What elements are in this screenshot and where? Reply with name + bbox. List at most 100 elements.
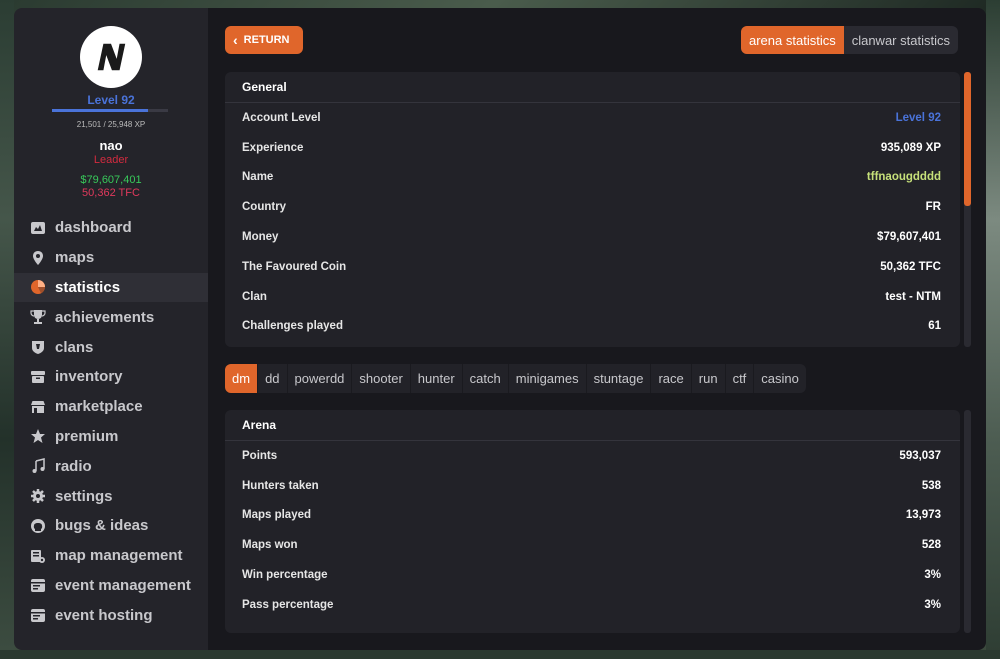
avatar[interactable] xyxy=(80,26,142,88)
row-label: Name xyxy=(242,171,274,184)
row-label: Pass percentage xyxy=(242,598,334,611)
row-value: 50,362 TFC xyxy=(880,260,941,273)
row-value: 3% xyxy=(924,598,941,611)
background-bottom xyxy=(0,650,1000,659)
xp-progress-fill xyxy=(52,109,149,112)
row-label: The Favoured Coin xyxy=(242,260,347,273)
general-scrollbar[interactable] xyxy=(964,72,971,347)
calendar-icon xyxy=(30,607,46,623)
sidebar-item-event-hosting[interactable]: event hosting xyxy=(14,600,208,630)
github-icon xyxy=(30,518,46,534)
sidebar-item-label: marketplace xyxy=(55,398,143,416)
map-stack-icon xyxy=(30,548,46,564)
arena-scrollbar[interactable] xyxy=(964,410,971,633)
row-value: FR xyxy=(925,201,941,214)
row-label: Challenges played xyxy=(242,320,343,333)
sidebar-item-bugs-ideas[interactable]: bugs & ideas xyxy=(14,511,208,541)
general-row-challenges: Challenges played 61 xyxy=(225,312,960,342)
row-value: 593,037 xyxy=(899,449,941,462)
sidebar-item-clans[interactable]: clans xyxy=(14,332,208,362)
tab-mode-dm[interactable]: dm xyxy=(225,364,259,393)
general-scroll-thumb[interactable] xyxy=(964,72,971,206)
row-label: Points xyxy=(242,449,278,462)
sidebar-item-inventory[interactable]: inventory xyxy=(14,362,208,392)
logo-icon xyxy=(97,43,126,71)
sidebar-item-statistics[interactable]: statistics xyxy=(14,272,208,303)
sidebar-item-maps[interactable]: maps xyxy=(14,243,208,273)
sidebar-item-settings[interactable]: settings xyxy=(14,481,208,511)
return-button[interactable]: ‹ RETURN xyxy=(225,26,303,54)
sidebar-item-radio[interactable]: radio xyxy=(14,451,208,481)
music-note-icon xyxy=(30,458,46,474)
sidebar-item-label: statistics xyxy=(55,278,121,296)
tab-mode-dd[interactable]: dd xyxy=(258,364,288,393)
dashboard-icon xyxy=(30,220,46,236)
xp-text: 21,501 / 25,948 XP xyxy=(76,120,146,129)
sidebar-item-premium[interactable]: premium xyxy=(14,422,208,452)
general-row-name: Name tffnaougdddd xyxy=(225,163,960,193)
sidebar-item-label: bugs & ideas xyxy=(55,517,149,535)
sidebar-item-achievements[interactable]: achievements xyxy=(14,302,208,332)
box-icon xyxy=(30,369,46,385)
row-value: 935,089 XP xyxy=(880,141,941,154)
arena-card-title: Arena xyxy=(225,410,960,441)
tab-mode-ctf[interactable]: ctf xyxy=(726,364,755,393)
tab-mode-minigames[interactable]: minigames xyxy=(509,364,587,393)
row-label: Account Level xyxy=(242,111,321,124)
store-icon xyxy=(30,399,46,415)
main-panel: ‹ RETURN arena statistics clanwar statis… xyxy=(208,8,986,650)
general-row-account-level: Account Level Level 92 xyxy=(225,103,960,133)
tab-mode-shooter[interactable]: shooter xyxy=(352,364,411,393)
sidebar-item-label: inventory xyxy=(55,368,123,386)
chevron-left-icon: ‹ xyxy=(233,32,238,48)
pie-chart-icon xyxy=(30,279,46,295)
sidebar-item-label: achievements xyxy=(55,308,155,326)
row-label: Experience xyxy=(242,141,304,154)
tab-mode-powerdd[interactable]: powerdd xyxy=(288,364,353,393)
tab-arena-statistics[interactable]: arena statistics xyxy=(741,26,844,54)
sidebar-item-map-management[interactable]: map management xyxy=(14,541,208,571)
general-row-country: Country FR xyxy=(225,192,960,222)
sidebar-nav: dashboard maps statistics achievements c… xyxy=(14,213,208,630)
row-value: 528 xyxy=(921,539,941,552)
tab-mode-catch[interactable]: catch xyxy=(463,364,509,393)
tab-mode-race[interactable]: race xyxy=(651,364,692,393)
user-role: Leader xyxy=(93,154,129,166)
row-label: Country xyxy=(242,201,287,214)
sidebar-item-label: map management xyxy=(55,547,183,565)
tab-mode-run[interactable]: run xyxy=(692,364,726,393)
trophy-icon xyxy=(30,309,46,325)
xp-progress-bar xyxy=(52,109,168,112)
general-row-money: Money $79,607,401 xyxy=(225,222,960,252)
sidebar-item-marketplace[interactable]: marketplace xyxy=(14,392,208,422)
general-row-experience: Experience 935,089 XP xyxy=(225,133,960,163)
user-tfc: 50,362 TFC xyxy=(82,187,140,199)
row-value: 61 xyxy=(928,320,941,333)
tab-mode-hunter[interactable]: hunter xyxy=(411,364,463,393)
row-value: 538 xyxy=(921,479,941,492)
arena-row-maps-played: Maps played 13,973 xyxy=(225,501,960,531)
profile-level: Level 92 xyxy=(87,93,135,107)
tab-mode-stuntage[interactable]: stuntage xyxy=(587,364,652,393)
sidebar: Level 92 21,501 / 25,948 XP nao Leader $… xyxy=(14,8,208,650)
star-icon xyxy=(30,428,46,444)
mode-tabs: dm dd powerdd shooter hunter catch minig… xyxy=(225,364,806,393)
row-label: Win percentage xyxy=(242,569,328,582)
gear-icon xyxy=(30,488,46,504)
sidebar-item-label: event management xyxy=(55,576,191,594)
shield-icon xyxy=(30,339,46,355)
sidebar-item-dashboard[interactable]: dashboard xyxy=(14,213,208,243)
background-right xyxy=(986,0,1000,659)
row-value: 13,973 xyxy=(905,509,941,522)
sidebar-item-label: dashboard xyxy=(55,219,132,237)
arena-row-points: Points 593,037 xyxy=(225,441,960,471)
arena-row-pass-percentage: Pass percentage 3% xyxy=(225,590,960,620)
general-row-favoured-coin: The Favoured Coin 50,362 TFC xyxy=(225,252,960,282)
tab-clanwar-statistics[interactable]: clanwar statistics xyxy=(844,26,958,54)
arena-card: Arena Points 593,037 Hunters taken 538 M… xyxy=(225,410,960,633)
row-value: $79,607,401 xyxy=(877,231,941,244)
return-button-label: RETURN xyxy=(243,34,290,46)
tab-mode-casino[interactable]: casino xyxy=(754,364,806,393)
sidebar-item-label: settings xyxy=(55,487,113,505)
sidebar-item-event-management[interactable]: event management xyxy=(14,571,208,601)
